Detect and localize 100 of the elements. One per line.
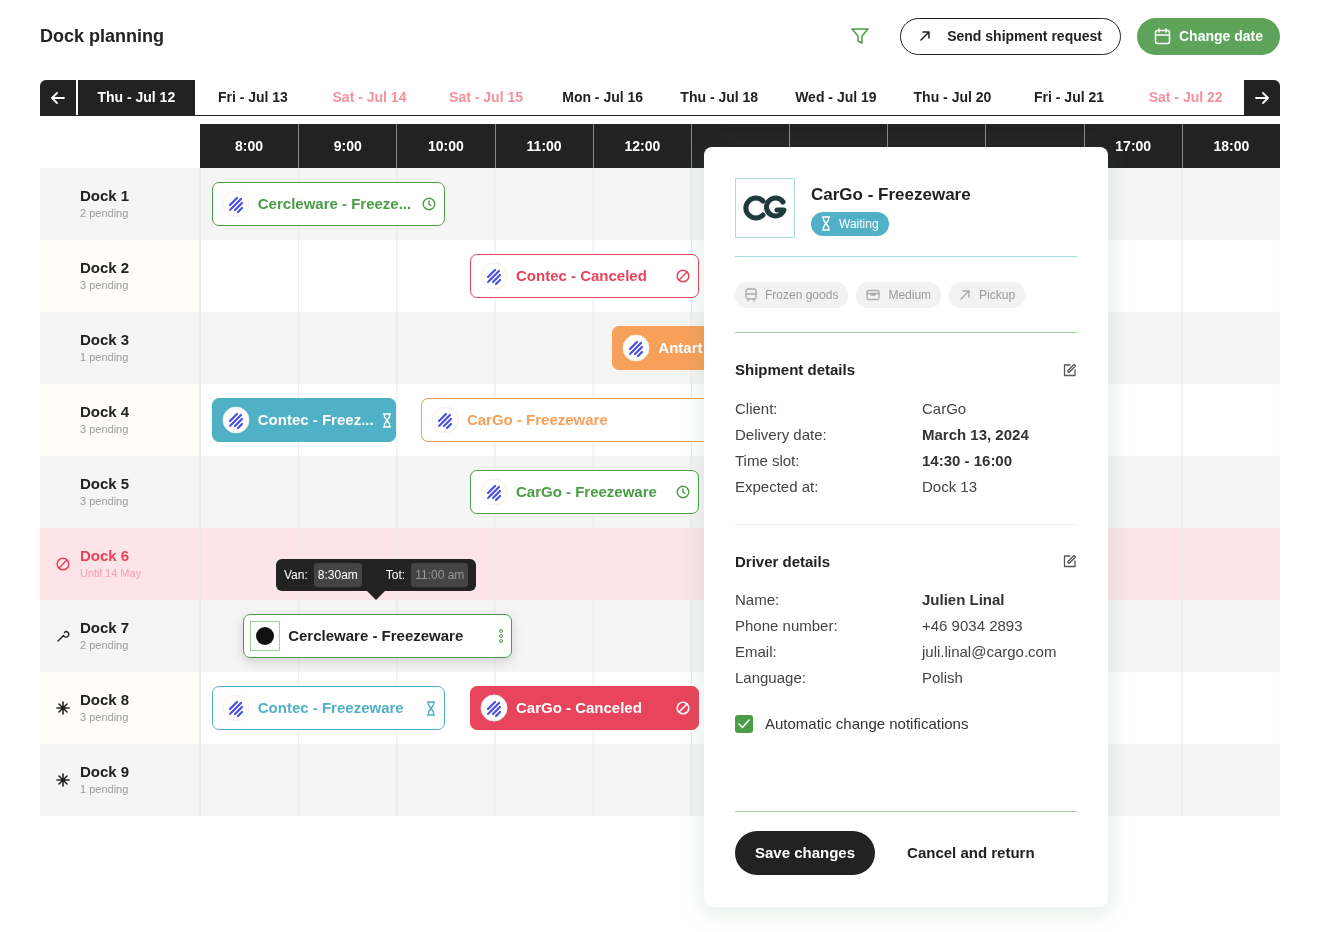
wrench-icon: [56, 629, 70, 643]
date-tab[interactable]: Mon - Jul 16: [544, 80, 661, 115]
hour-header: 12:00: [592, 124, 691, 168]
field-value: +46 9034 2893: [922, 616, 1024, 636]
dock-note: 3 pending: [80, 277, 130, 293]
checkbox[interactable]: [735, 715, 753, 734]
field-value: Dock 13: [922, 476, 979, 497]
tag-label: Frozen goods: [765, 287, 839, 304]
logo-icon: [221, 694, 250, 722]
send-request-button[interactable]: Send shipment request: [900, 17, 1121, 55]
dock-note: 3 pending: [80, 421, 130, 437]
forward-arrow-icon: [1253, 90, 1270, 107]
date-tab[interactable]: Thu - Jul 12: [78, 80, 195, 115]
field-label: Name:: [735, 590, 781, 610]
dock-name: Dock 3: [80, 330, 130, 349]
dock-name: Dock 9: [80, 762, 130, 781]
arrow-icon: [919, 30, 932, 42]
date-tab[interactable]: Wed - Jul 19: [777, 80, 895, 115]
time-value: 8:30am: [313, 563, 362, 587]
booking-card[interactable]: Contec - Freez...: [211, 398, 397, 442]
dock-note: Until 14 May: [80, 565, 142, 581]
tag-label: Medium: [888, 287, 932, 304]
page-title: Dock planning: [40, 24, 164, 48]
time-label: Tot:: [385, 567, 406, 584]
panel-title: CarGo - Freezeware: [811, 184, 971, 206]
logo-icon: [480, 262, 508, 290]
dock-name: Dock 7: [80, 618, 130, 637]
dock-note: 3 pending: [80, 493, 130, 509]
booking-card[interactable]: CarGo - Freezeware: [420, 398, 704, 442]
booking-card[interactable]: Antart: [612, 326, 704, 370]
date-tab[interactable]: Sat - Jul 22: [1127, 80, 1244, 115]
hour-header: 11:00: [494, 124, 593, 168]
dock-name: Dock 2: [80, 258, 130, 277]
logo-icon: [221, 406, 250, 434]
field-label: Time slot:: [735, 450, 801, 471]
snowflake-icon: [56, 701, 70, 715]
hourglass-icon: [426, 700, 437, 716]
edit-icon[interactable]: [1062, 362, 1077, 378]
box-icon: [866, 289, 881, 301]
field-label: Expected at:: [735, 476, 820, 497]
checkbox-label: Automatic change notifications: [765, 714, 969, 734]
date-tab[interactable]: Fri - Jul 21: [1010, 80, 1128, 115]
logo-icon: [480, 694, 508, 722]
kebab-menu-icon: [499, 629, 504, 643]
status-badge: Waiting: [811, 211, 889, 236]
hourglass-icon: [381, 412, 392, 428]
time-value: 11:00 am: [411, 563, 469, 587]
hour-header: 10:00: [396, 124, 495, 168]
date-tab[interactable]: Thu - Jul 18: [660, 80, 778, 115]
booking-card[interactable]: CarGo - Freezeware: [470, 470, 699, 514]
logo-icon: [480, 478, 508, 506]
logo-icon: [250, 621, 281, 651]
date-tab[interactable]: Sat - Jul 15: [427, 80, 545, 115]
edit-icon[interactable]: [1062, 554, 1077, 570]
field-label: Delivery date:: [735, 424, 828, 445]
field-value: Julien Linal: [922, 590, 1006, 610]
company-logo: [735, 178, 795, 238]
section-title: Driver details: [735, 551, 831, 572]
next-arrow-button[interactable]: [1243, 80, 1280, 115]
section-title: Shipment details: [735, 360, 856, 380]
clock-icon: [675, 485, 690, 499]
cancel-icon: [675, 269, 690, 283]
dock-name: Dock 8: [80, 690, 130, 709]
booking-card[interactable]: Cercleware - Freezeware: [243, 614, 513, 658]
dock-name: Dock 5: [80, 474, 130, 493]
dock-name: Dock 6: [80, 546, 131, 565]
change-date-button[interactable]: Change date: [1137, 17, 1280, 55]
arrow-icon: [959, 289, 972, 301]
logo-icon: [221, 190, 250, 218]
tag-label: Pickup: [979, 287, 1016, 304]
cancel-button[interactable]: Cancel and return: [899, 841, 1043, 865]
save-button[interactable]: Save changes: [735, 831, 876, 875]
date-tab[interactable]: Sat - Jul 14: [311, 80, 428, 115]
dock-note: 1 pending: [80, 781, 130, 797]
logo-icon: [430, 406, 459, 434]
hour-header: 9:00: [298, 124, 397, 168]
booking-card[interactable]: Cercleware - Freeze...: [211, 182, 446, 226]
calendar-icon: [1154, 27, 1171, 45]
back-arrow-icon: [50, 90, 66, 107]
snowflake-icon: [56, 773, 70, 787]
hour-header: 8:00: [200, 124, 299, 168]
field-label: Language:: [735, 668, 807, 688]
booking-card[interactable]: Contec - Canceled: [470, 254, 699, 298]
field-label: Email:: [735, 642, 778, 662]
filter-icon[interactable]: [850, 26, 871, 46]
dock-note: 2 pending: [80, 205, 130, 221]
dock-note: 1 pending: [80, 349, 130, 365]
field-value: juli.linal@cargo.com: [922, 642, 1058, 662]
field-value: CarGo: [922, 398, 968, 419]
time-label: Van:: [284, 567, 308, 584]
date-tab[interactable]: Fri - Jul 13: [194, 80, 312, 115]
booking-card[interactable]: Contec - Freezeware: [211, 686, 446, 730]
date-tab[interactable]: Thu - Jul 20: [894, 80, 1011, 115]
dock-note: 2 pending: [80, 637, 130, 653]
field-value: Polish: [922, 668, 964, 688]
booking-card[interactable]: CarGo - Canceled: [470, 686, 699, 730]
previous-arrow-button[interactable]: [40, 80, 76, 115]
dock-name: Dock 1: [80, 186, 130, 205]
cancel-icon: [675, 701, 690, 715]
hour-header: 18:00: [1181, 124, 1280, 168]
